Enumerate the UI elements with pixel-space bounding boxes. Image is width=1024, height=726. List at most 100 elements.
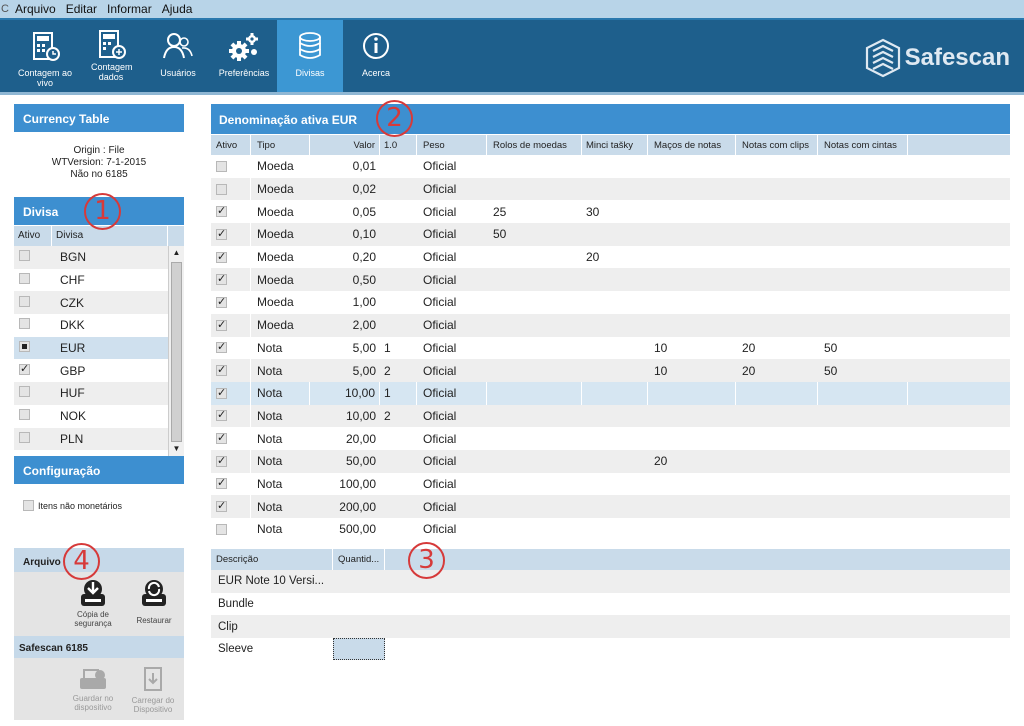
divisa-active-checkbox[interactable]: [19, 409, 30, 421]
denomination-row[interactable]: Moeda 0,02 Oficial: [211, 177, 1010, 201]
denomination-row[interactable]: Moeda 2,00 Oficial: [211, 313, 1010, 337]
menu-informar[interactable]: Informar: [102, 2, 157, 16]
load-from-device-button[interactable]: Carregar do Dispositivo: [128, 666, 178, 714]
denomination-row[interactable]: Moeda 0,20 Oficial 20: [211, 245, 1010, 269]
divisa-row[interactable]: CHF: [14, 269, 184, 292]
scroll-thumb[interactable]: [171, 262, 182, 442]
divisa-active-checkbox[interactable]: [19, 295, 30, 307]
denomination-active-checkbox[interactable]: [216, 431, 227, 445]
backup-button[interactable]: Cópia de segurança: [70, 578, 116, 628]
denomination-row[interactable]: Moeda 0,05 Oficial 25 30: [211, 200, 1010, 224]
denomination-active-checkbox[interactable]: [216, 523, 227, 535]
divisa-active-checkbox[interactable]: [19, 386, 30, 398]
description-row[interactable]: EUR Note 10 Versi...: [211, 570, 1010, 593]
non-monetary-items-option[interactable]: Itens não monetários: [23, 500, 122, 511]
description-row[interactable]: Clip: [211, 615, 1010, 639]
denomination-active-checkbox[interactable]: [216, 454, 227, 467]
denomination-row[interactable]: Nota 50,00 Oficial 20: [211, 449, 1010, 473]
col-valor[interactable]: Valor: [310, 135, 380, 155]
version-cell: 1: [380, 381, 417, 405]
tb-preferences-button[interactable]: Preferências: [211, 20, 277, 92]
divisa-active-checkbox[interactable]: [19, 341, 30, 353]
denomination-active-checkbox[interactable]: [216, 499, 227, 513]
divisa-active-checkbox[interactable]: [19, 250, 30, 262]
col-notas-cintas[interactable]: Notas com cintas: [818, 135, 908, 155]
denomination-active-checkbox[interactable]: [216, 272, 227, 286]
col-1-0[interactable]: 1.0: [380, 135, 417, 155]
divisa-active-checkbox[interactable]: [19, 318, 30, 330]
divisa-row[interactable]: PLN: [14, 427, 184, 451]
divisa-active-checkbox[interactable]: [19, 431, 30, 443]
denomination-row[interactable]: Nota 100,00 Oficial: [211, 472, 1010, 496]
divisa-row[interactable]: HUF: [14, 382, 184, 405]
restore-button[interactable]: Restaurar: [132, 578, 176, 625]
menu-editar[interactable]: Editar: [61, 2, 102, 16]
quantity-cell[interactable]: [333, 638, 385, 661]
col-divisa[interactable]: Divisa: [52, 226, 168, 246]
divisa-row[interactable]: NOK: [14, 405, 184, 428]
tb-count-data-button[interactable]: Contagem dados: [78, 20, 144, 92]
tb-about-button[interactable]: Acerca: [343, 20, 409, 92]
divisa-code: EUR: [60, 341, 86, 356]
cintas-cell: [818, 405, 908, 428]
denomination-row[interactable]: Moeda 0,50 Oficial: [211, 268, 1010, 292]
denomination-row[interactable]: Nota 5,00 1 Oficial 10 20 50: [211, 336, 1010, 360]
scroll-up-icon[interactable]: ▲: [169, 246, 184, 260]
denomination-row[interactable]: Moeda 1,00 Oficial: [211, 291, 1010, 314]
col-quantidade[interactable]: Quantid...: [333, 549, 385, 570]
denomination-row[interactable]: Moeda 0,01 Oficial: [211, 155, 1010, 178]
col-ativo[interactable]: Ativo: [14, 226, 52, 246]
col-descricao[interactable]: Descrição: [211, 549, 333, 570]
filler-cell: [908, 427, 1010, 450]
col-rolos-moedas[interactable]: Rolos de moedas: [487, 135, 582, 155]
denomination-row[interactable]: Nota 5,00 2 Oficial 10 20 50: [211, 359, 1010, 382]
col-tipo[interactable]: Tipo: [251, 135, 310, 155]
divisa-row[interactable]: BGN: [14, 246, 184, 269]
divisa-row[interactable]: DKK: [14, 314, 184, 337]
col-minci-tasky[interactable]: Minci tašky: [582, 135, 648, 155]
tb-currencies-button[interactable]: Divisas: [277, 20, 343, 92]
divisa-row[interactable]: GBP: [14, 359, 184, 382]
col-ativo[interactable]: Ativo: [211, 135, 251, 155]
denomination-active-checkbox[interactable]: [216, 318, 227, 331]
col-notas-clips[interactable]: Notas com clips: [736, 135, 818, 155]
col-macos-notas[interactable]: Maços de notas: [648, 135, 736, 155]
divisa-row[interactable]: CZK: [14, 291, 184, 315]
tipo-cell: Moeda: [257, 227, 294, 242]
denomination-active-checkbox[interactable]: [216, 363, 227, 377]
denomination-active-checkbox[interactable]: [216, 183, 227, 195]
minci-cell: [582, 450, 648, 473]
description-row[interactable]: Bundle: [211, 593, 1010, 616]
denomination-row[interactable]: Nota10,001Oficial: [211, 381, 1010, 405]
denomination-active-checkbox[interactable]: [216, 295, 227, 308]
denomination-row[interactable]: Nota 20,00 Oficial: [211, 427, 1010, 450]
minci-cell: [582, 314, 648, 337]
divisa-scrollbar[interactable]: ▲ ▼: [168, 246, 184, 456]
denomination-row[interactable]: Nota 200,00 Oficial: [211, 495, 1010, 518]
denomination-active-checkbox[interactable]: [216, 204, 227, 218]
menu-arquivo[interactable]: Arquivo: [10, 2, 61, 16]
denomination-active-checkbox[interactable]: [216, 476, 227, 490]
denomination-row[interactable]: Nota 10,00 2 Oficial: [211, 404, 1010, 428]
denomination-row[interactable]: Nota 500,00 Oficial: [211, 518, 1010, 541]
col-peso[interactable]: Peso: [417, 135, 487, 155]
denomination-active-checkbox[interactable]: [216, 227, 227, 240]
description-row[interactable]: Sleeve: [211, 638, 1010, 661]
menu-ajuda[interactable]: Ajuda: [157, 2, 198, 16]
minci-cell: [582, 359, 648, 382]
denomination-active-checkbox[interactable]: [216, 386, 227, 399]
denomination-active-checkbox[interactable]: [216, 250, 227, 263]
divisa-active-checkbox[interactable]: [19, 273, 30, 285]
non-monetary-checkbox[interactable]: [23, 500, 34, 511]
tb-users-button[interactable]: Usuários: [145, 20, 211, 92]
quantity-edit-field[interactable]: [333, 638, 385, 661]
divisa-active-checkbox[interactable]: [19, 362, 30, 375]
scroll-down-icon[interactable]: ▼: [169, 442, 184, 456]
denomination-active-checkbox[interactable]: [216, 408, 227, 422]
tb-live-count-button[interactable]: Contagem ao vivo: [12, 20, 78, 92]
divisa-row[interactable]: EUR: [14, 336, 184, 360]
denomination-active-checkbox[interactable]: [216, 160, 227, 172]
denomination-active-checkbox[interactable]: [216, 340, 227, 354]
denomination-row[interactable]: Moeda 0,10 Oficial 50: [211, 223, 1010, 246]
save-to-device-button[interactable]: Guardar no dispositivo: [68, 666, 118, 712]
